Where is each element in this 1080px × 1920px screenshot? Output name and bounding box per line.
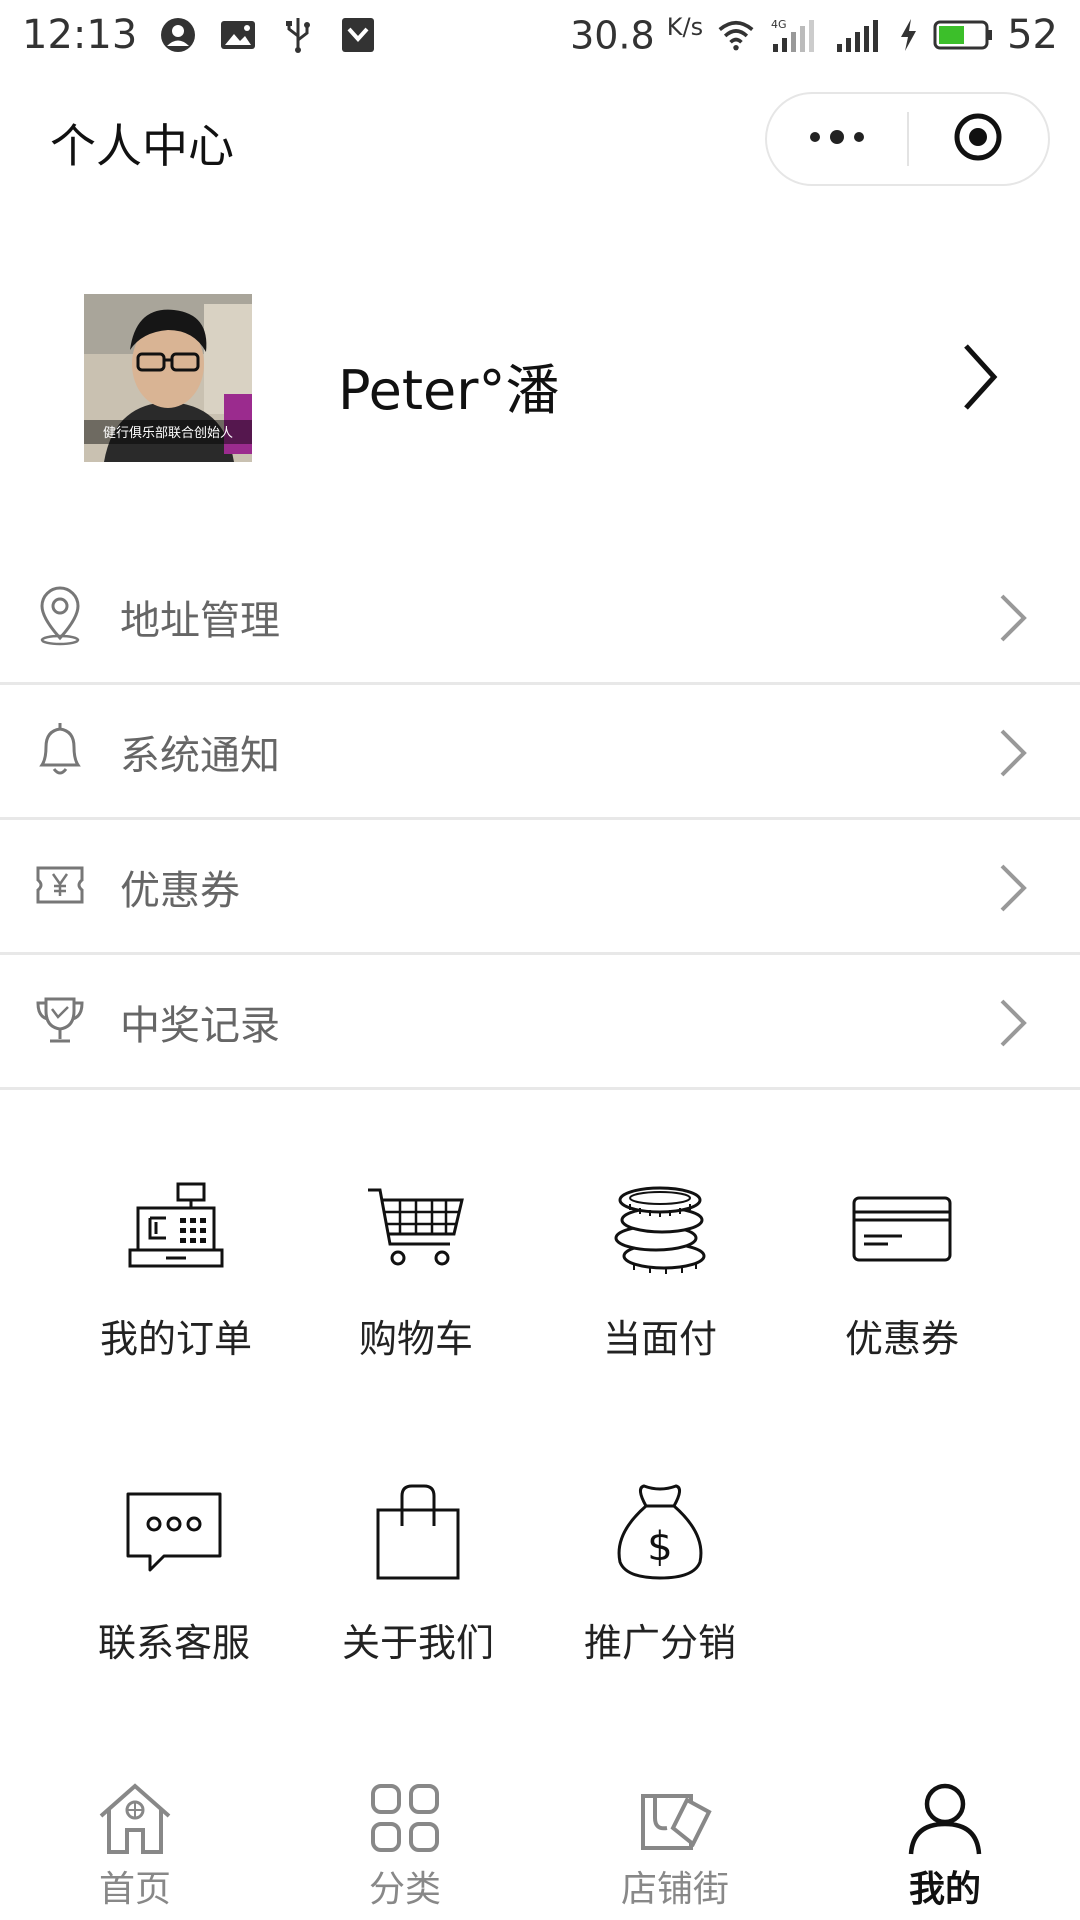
grid-item-coupon[interactable]: 优惠券 [782, 1168, 1022, 1388]
chevron-right-icon [998, 862, 1028, 914]
battery-level: 52 [1007, 12, 1058, 58]
signal-4g-icon: 4G [769, 16, 819, 54]
chevron-right-icon [998, 997, 1028, 1049]
tab-label: 首页 [98, 1869, 171, 1910]
shield-icon [339, 16, 377, 54]
grid-item-cart[interactable]: 购物车 [296, 1168, 536, 1388]
capsule-menu [765, 92, 1050, 186]
chat-bubble-icon [124, 1482, 224, 1582]
signal-icon [833, 16, 883, 54]
user-icon [905, 1778, 985, 1858]
menu-list: 地址管理 系统通知 优惠券 中奖记录 [0, 550, 1080, 1090]
usb-icon [279, 16, 317, 54]
tab-label: 我的 [908, 1869, 981, 1910]
trophy-icon [32, 989, 88, 1051]
bell-icon [32, 719, 88, 781]
image-icon [219, 16, 257, 54]
title-bar: 个人中心 [0, 80, 1080, 200]
grid-item-label: 我的订单 [99, 1317, 252, 1361]
grid-item-label: 当面付 [602, 1317, 717, 1361]
svg-text:$: $ [647, 1524, 672, 1570]
bottom-tab-bar: 首页 分类 店铺街 我的 [0, 1760, 1080, 1920]
svg-text:健行俱乐部联合创始人: 健行俱乐部联合创始人 [103, 426, 233, 441]
grid-item-customer-service[interactable]: 联系客服 [54, 1472, 294, 1692]
shop-icon [635, 1778, 715, 1858]
grid-item-face-pay[interactable]: 当面付 [540, 1168, 780, 1388]
grid-item-label: 推广分销 [583, 1621, 736, 1665]
battery-icon [933, 16, 993, 54]
profile-card[interactable]: 健行俱乐部联合创始人 Peter°潘 [0, 280, 1080, 480]
menu-item-address[interactable]: 地址管理 [0, 550, 1080, 685]
account-icon [159, 16, 197, 54]
tab-shop-street[interactable]: 店铺街 [540, 1760, 810, 1920]
menu-item-label: 中奖记录 [120, 1003, 280, 1049]
grid-item-label: 联系客服 [97, 1621, 250, 1665]
grid-icon [365, 1778, 445, 1858]
chevron-right-icon [998, 592, 1028, 644]
location-pin-icon [32, 584, 88, 646]
more-dots-icon [807, 127, 867, 151]
wifi-icon [717, 16, 755, 54]
shopping-cart-icon [366, 1178, 466, 1278]
cash-register-icon [126, 1178, 226, 1278]
menu-item-coupons[interactable]: 优惠券 [0, 820, 1080, 955]
menu-item-label: 优惠券 [120, 868, 240, 914]
status-time: 12:13 [22, 12, 138, 58]
tab-label: 分类 [368, 1869, 441, 1910]
menu-item-notifications[interactable]: 系统通知 [0, 685, 1080, 820]
charging-icon [897, 16, 919, 54]
tab-mine[interactable]: 我的 [810, 1760, 1080, 1920]
grid-item-distribution[interactable]: $ 推广分销 [540, 1472, 780, 1692]
close-button[interactable] [909, 94, 1049, 184]
tab-home[interactable]: 首页 [0, 1760, 270, 1920]
target-circle-icon [952, 111, 1004, 167]
money-bag-icon: $ [610, 1482, 710, 1582]
grid-item-my-orders[interactable]: 我的订单 [56, 1168, 296, 1388]
net-speed: 30.8 K/s [570, 12, 704, 58]
menu-item-label: 系统通知 [120, 733, 280, 779]
menu-item-label: 地址管理 [120, 598, 280, 644]
home-icon [95, 1778, 175, 1858]
chevron-right-icon [998, 727, 1028, 779]
grid-item-about-us[interactable]: 关于我们 [298, 1472, 538, 1692]
avatar: 健行俱乐部联合创始人 [84, 294, 252, 462]
shopping-bag-icon [368, 1482, 468, 1582]
chevron-right-icon [960, 340, 1000, 414]
username: Peter°潘 [338, 359, 560, 422]
grid-item-label: 购物车 [358, 1317, 473, 1361]
coins-icon [610, 1178, 710, 1278]
tab-category[interactable]: 分类 [270, 1760, 540, 1920]
status-bar: 12:13 30.8 K/s 4G 52 [0, 0, 1080, 70]
card-icon [852, 1178, 952, 1278]
tab-label: 店铺街 [620, 1869, 729, 1910]
grid-item-label: 关于我们 [341, 1621, 494, 1665]
menu-item-prize-records[interactable]: 中奖记录 [0, 955, 1080, 1090]
grid-item-label: 优惠券 [844, 1317, 959, 1361]
page-title: 个人中心 [50, 119, 234, 173]
svg-text:4G: 4G [771, 18, 787, 31]
coupon-icon [32, 854, 88, 916]
more-button[interactable] [767, 94, 907, 184]
